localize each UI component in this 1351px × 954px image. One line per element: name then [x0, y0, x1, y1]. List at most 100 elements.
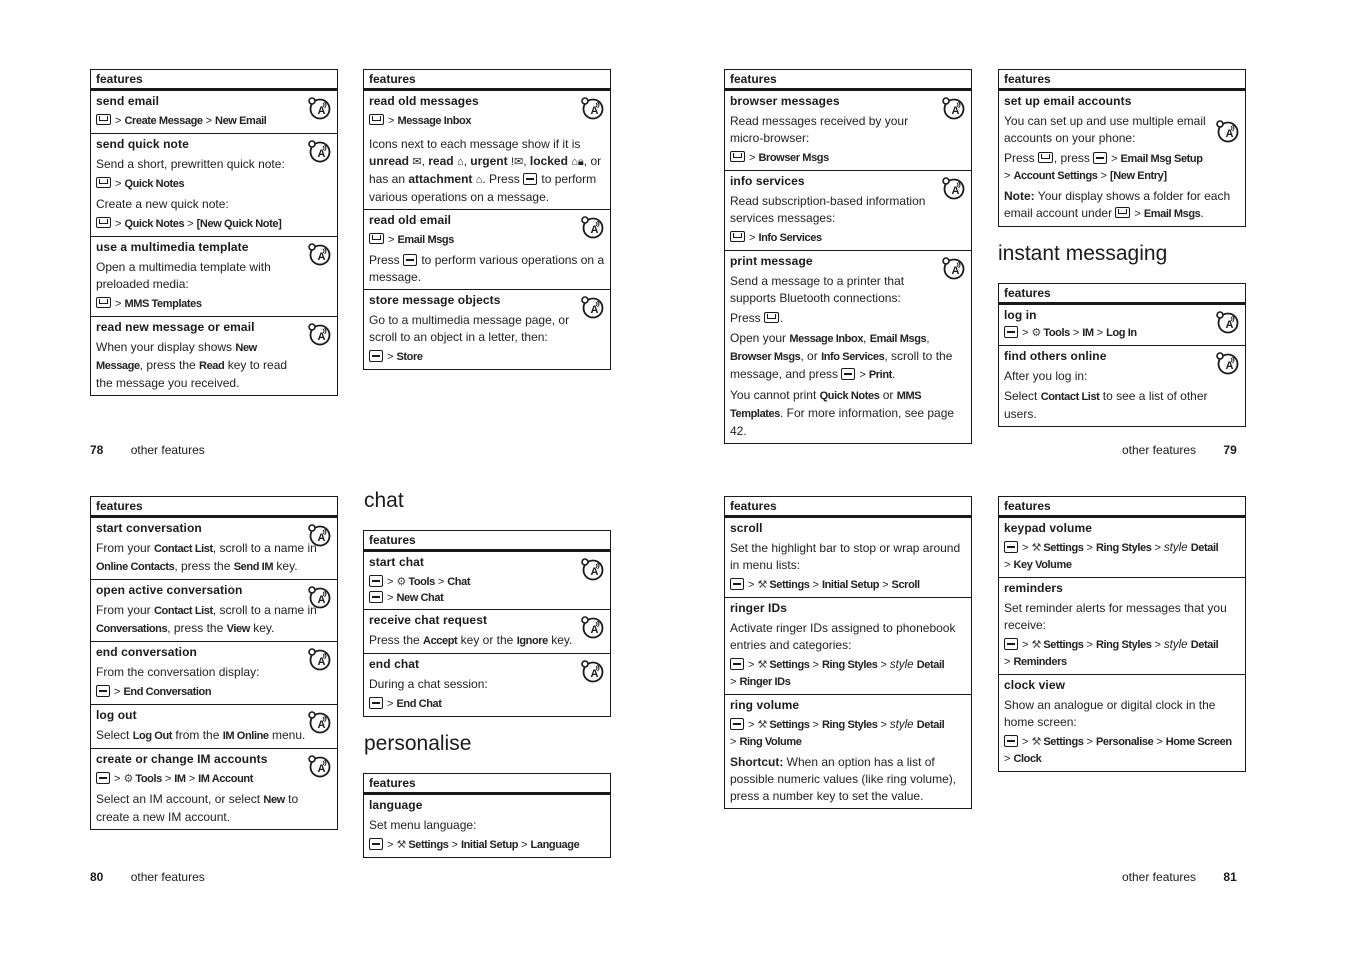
feature-desc: Select Contact List to see a list of oth… [1004, 389, 1208, 421]
features-table: features send email > Create Message > New … [90, 69, 338, 396]
feature-desc: You can set up and use multiple email ac… [1004, 114, 1206, 145]
feature-row-receive-chat-request: receive chat request Press the Accept ke… [364, 609, 610, 653]
feature-title: use a multimedia template [96, 240, 249, 254]
feature-desc: When your display shows New Message, pre… [96, 340, 288, 390]
network-dependent-icon [307, 647, 331, 671]
network-dependent-icon [307, 322, 331, 346]
feature-row-reminders: reminders Set reminder alerts for messag… [999, 577, 1245, 674]
page-number: 81 [1223, 870, 1237, 884]
section-label: other features [130, 443, 205, 457]
menu-path: > ⚒ Settings > Personalise > Home Screen > Clock [1004, 735, 1232, 765]
table-header: features [999, 70, 1245, 91]
network-dependent-icon [307, 139, 331, 163]
menu-key-icon [730, 718, 744, 730]
feature-title: language [369, 798, 423, 812]
feature-desc: Create a new quick note: [96, 197, 229, 211]
menu-key-icon [369, 591, 383, 603]
feature-row-start-chat: start chat > ⚙ Tools > Chat > New Chat [364, 552, 610, 609]
feature-title: set up email accounts [1004, 94, 1132, 108]
settings-icon: ⚒ [757, 719, 768, 731]
feature-desc: Read subscription-based information serv… [730, 194, 926, 225]
feature-desc: From the conversation display: [96, 665, 260, 679]
feature-row-info-services: info services Read subscription-based in… [725, 170, 971, 250]
message-key-icon [96, 217, 111, 228]
features-table: features set up email accounts You can s… [998, 69, 1246, 227]
feature-desc: After you log in: [1004, 369, 1088, 383]
feature-title: create or change IM accounts [96, 752, 268, 766]
features-table: features browser messages Read messages … [724, 69, 972, 444]
feature-row-print-message: print message Send a message to a printe… [725, 250, 971, 443]
menu-key-icon [1004, 326, 1018, 338]
feature-row-ring-volume: ring volume > ⚒ Settings > Ring Styles > style… [725, 694, 971, 808]
feature-note: Note: Your display shows a folder for ea… [1004, 189, 1231, 220]
table-header: features [364, 531, 610, 552]
feature-title: log in [1004, 308, 1037, 322]
feature-title: log out [96, 708, 137, 722]
menu-key-icon [369, 838, 383, 850]
feature-title: scroll [730, 521, 763, 535]
feature-title: read old messages [369, 94, 479, 108]
section-title-chat: chat [364, 489, 404, 512]
menu-key-icon [841, 368, 856, 380]
read-icon: ⌂ [456, 156, 464, 168]
feature-title: start chat [369, 555, 425, 569]
message-key-icon [96, 297, 111, 308]
feature-title: read new message or email [96, 320, 255, 334]
feature-title: end chat [369, 657, 420, 671]
page-number: 79 [1223, 443, 1237, 457]
feature-row-browser-messages: browser messages Read messages received … [725, 91, 971, 170]
page79-col2b: features log in > ⚙ Tools > IM > Log In find o… [998, 283, 1246, 427]
menu-key-icon [1004, 735, 1018, 747]
features-table: features log in > ⚙ Tools > IM > Log In find o… [998, 283, 1246, 427]
table-header: features [999, 497, 1245, 518]
table-header: features [91, 497, 337, 518]
menu-path: > ⚒ Settings > Initial Setup > Scroll [730, 577, 966, 594]
page80-col1: features start conversation From your Co… [90, 496, 338, 830]
network-dependent-icon [1215, 351, 1239, 375]
features-table: features read old messages > Message Inbo… [363, 69, 611, 370]
feature-title: end conversation [96, 645, 197, 659]
section-title-personalise: personalise [364, 732, 472, 755]
feature-desc: Press the Accept key or the Ignore key. [369, 633, 573, 647]
settings-icon: ⚒ [1031, 639, 1042, 651]
menu-key-icon [96, 772, 110, 784]
menu-path: > ⚙ Tools > Chat > New Chat [369, 574, 605, 606]
settings-icon: ⚒ [757, 579, 768, 591]
menu-key-icon [369, 350, 383, 362]
page81-footer: other features 81 [1122, 870, 1237, 884]
message-key-icon [369, 233, 384, 244]
network-dependent-icon [941, 256, 965, 280]
feature-row-im-accounts: create or change IM accounts > ⚙ Tools > IM >… [91, 748, 337, 829]
menu-key-icon [403, 254, 418, 266]
feature-row-store-message-objects: store message objects Go to a multimedia… [364, 289, 610, 369]
section-title-instant-messaging: instant messaging [998, 242, 1168, 265]
feature-desc: Open a multimedia template with preloade… [96, 260, 271, 291]
table-header: features [999, 284, 1245, 305]
menu-path: > End Conversation [96, 684, 332, 701]
feature-title: find others online [1004, 349, 1107, 363]
network-dependent-icon [307, 523, 331, 547]
network-dependent-icon [941, 96, 965, 120]
feature-row-read-old-email: read old email > Email Msgs Press to perf… [364, 209, 610, 289]
feature-title: reminders [1004, 581, 1063, 595]
page80-personalise: features language Set menu language: > ⚒ S… [363, 773, 611, 858]
table-header: features [364, 70, 610, 91]
page80-footer: 80 other features [90, 870, 205, 884]
message-key-icon [764, 312, 780, 323]
page-number: 78 [90, 443, 104, 457]
unread-icon: ✉ [412, 156, 422, 168]
feature-desc: Press . [730, 311, 784, 325]
menu-key-icon [369, 697, 383, 709]
feature-desc: Press to perform various operations on a… [369, 253, 605, 284]
feature-row-log-out: log out Select Log Out from the IM Onlin… [91, 704, 337, 748]
menu-path: > MMS Templates [96, 296, 332, 313]
network-dependent-icon [580, 557, 604, 581]
network-dependent-icon [307, 96, 331, 120]
menu-key-icon [523, 173, 538, 185]
feature-title: store message objects [369, 293, 501, 307]
feature-desc: During a chat session: [369, 677, 488, 691]
feature-title: open active conversation [96, 583, 243, 597]
feature-desc: From your Contact List, scroll to a name… [96, 541, 317, 573]
page80-chat: features start chat > ⚙ Tools > Chat > New Cha… [363, 530, 611, 717]
feature-desc: Read messages received by your micro-bro… [730, 114, 909, 145]
